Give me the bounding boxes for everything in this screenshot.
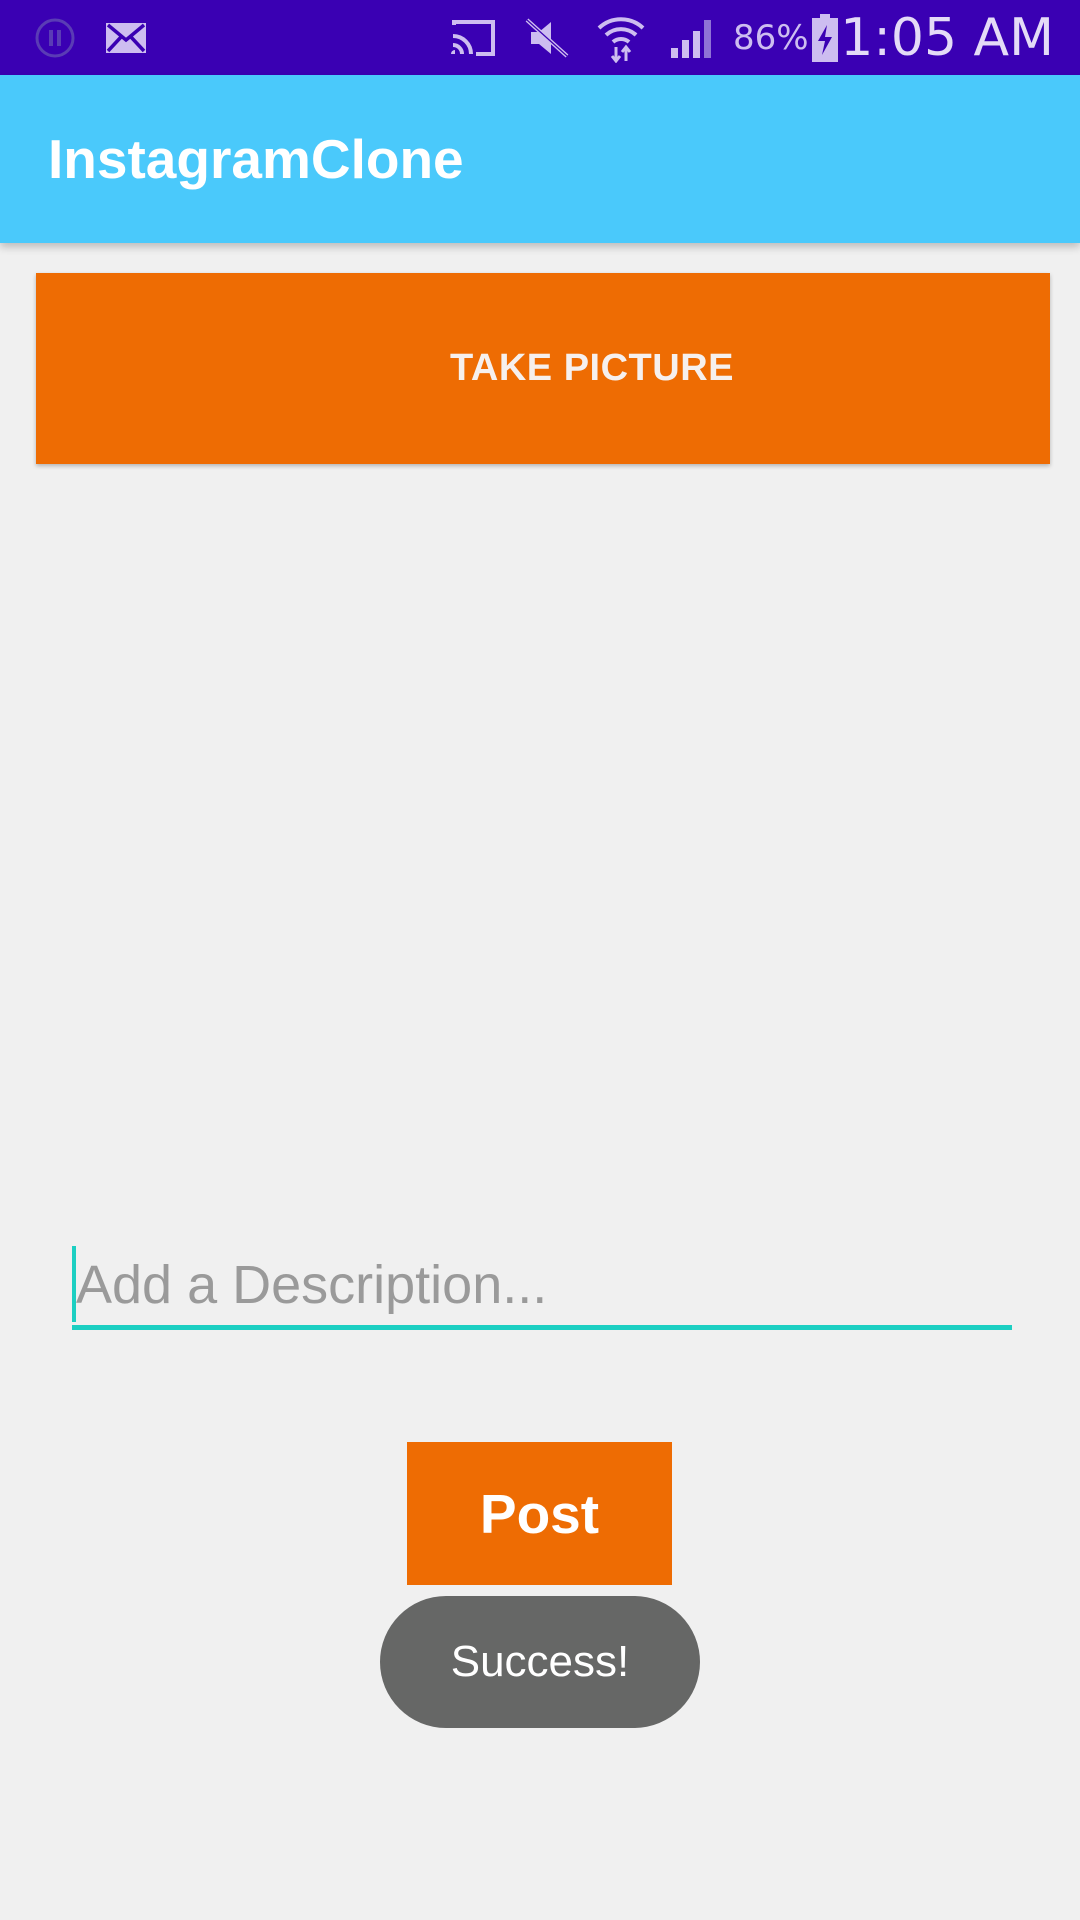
toast-message: Success! [380, 1596, 700, 1728]
post-button[interactable]: Post [407, 1442, 672, 1585]
signal-icon [668, 0, 718, 75]
text-cursor [72, 1246, 76, 1322]
take-picture-button[interactable]: TAKE PICTURE [36, 273, 1050, 464]
clock: 1:05 AM [840, 7, 1054, 68]
description-input[interactable] [72, 1245, 1012, 1330]
app-title: InstagramClone [48, 128, 464, 190]
pause-circle-icon [30, 0, 80, 75]
battery-charging-icon [808, 0, 842, 75]
mute-icon [522, 0, 572, 75]
status-bar: 86% 1:05 AM [0, 0, 1080, 75]
wifi-icon [596, 0, 646, 75]
app-bar: InstagramClone [0, 75, 1080, 243]
cast-icon [447, 0, 499, 75]
mail-icon [102, 0, 150, 75]
battery-percent: 86% [733, 17, 809, 58]
description-field[interactable] [72, 1245, 1012, 1330]
